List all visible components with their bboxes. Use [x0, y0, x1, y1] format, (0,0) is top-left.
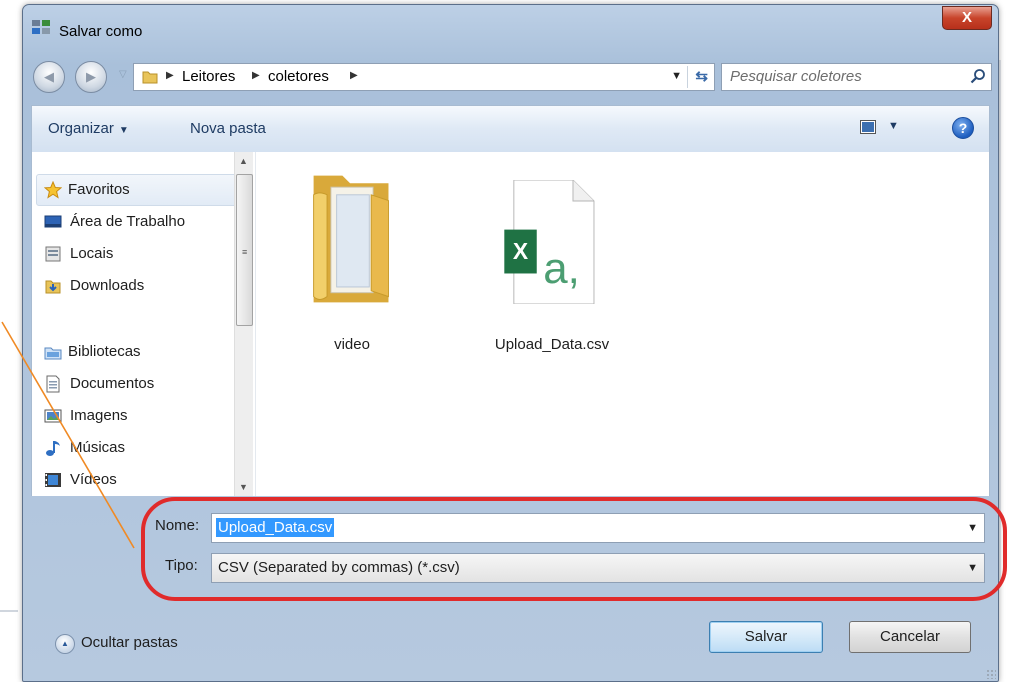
grip-icon: ≡	[242, 247, 248, 257]
desktop-icon	[44, 215, 62, 228]
address-separator	[687, 66, 688, 88]
breadcrumb-leitores[interactable]: Leitores	[182, 68, 235, 85]
view-dropdown-icon[interactable]: ▼	[888, 120, 899, 132]
image-icon	[44, 409, 62, 423]
nav-label: Bibliotecas	[68, 343, 141, 360]
navigation-pane: Favoritos Área de Trabalho Locais Downlo…	[32, 152, 256, 496]
file-name-input[interactable]: Upload_Data.csv ▼	[211, 513, 985, 543]
folder-icon	[142, 71, 158, 84]
breadcrumb-coletores[interactable]: coletores	[268, 68, 329, 85]
nav-label: Locais	[70, 245, 114, 262]
nav-label: Documentos	[70, 375, 155, 392]
recent-pages-dropdown[interactable]: ▽	[119, 69, 127, 80]
organize-menu[interactable]: Organizar ▼	[48, 120, 129, 137]
nav-locais[interactable]: Locais	[32, 240, 208, 268]
navigation-bar: ◀ ▶ ▽ ▶ Leitores ▶ coletores ▶ ▼ ⇆ Pesqu…	[31, 61, 992, 93]
app-icon	[32, 20, 50, 34]
svg-text:a,: a,	[543, 244, 580, 293]
chevron-down-icon[interactable]: ▼	[967, 562, 978, 574]
nav-scrollbar[interactable]: ▲ ≡ ▼	[234, 152, 253, 496]
nav-label: Imagens	[70, 407, 128, 424]
nav-libraries[interactable]: Bibliotecas	[36, 338, 236, 366]
window-title: Salvar como	[59, 23, 143, 40]
nav-label: Downloads	[70, 277, 145, 294]
close-button[interactable]: X	[942, 6, 992, 30]
file-item-video[interactable]: video	[292, 166, 412, 366]
breadcrumb-arrow-icon[interactable]: ▶	[166, 70, 174, 81]
chevron-down-icon: ▼	[118, 125, 129, 136]
address-bar[interactable]: ▶ Leitores ▶ coletores ▶ ▼ ⇆	[133, 63, 715, 91]
svg-text:X: X	[513, 238, 529, 264]
save-as-dialog: Salvar como X ◀ ▶ ▽ ▶ Leitores ▶ coletor…	[22, 4, 1007, 682]
type-label: Tipo:	[165, 557, 198, 574]
file-label: video	[334, 336, 370, 353]
chevron-down-icon[interactable]: ▼	[967, 522, 978, 534]
hide-folders-button[interactable]: ▲ Ocultar pastas	[55, 633, 235, 657]
document-icon	[46, 375, 60, 393]
scroll-up-icon[interactable]: ▲	[239, 156, 248, 166]
back-button[interactable]: ◀	[33, 61, 65, 93]
scroll-down-icon[interactable]: ▼	[239, 482, 248, 492]
star-icon	[44, 181, 62, 199]
search-placeholder: Pesquisar coletores	[730, 68, 862, 85]
music-icon	[46, 441, 60, 456]
nav-videos[interactable]: Vídeos	[32, 466, 208, 494]
file-type-value: CSV (Separated by commas) (*.csv)	[218, 559, 460, 576]
breadcrumb-arrow-icon[interactable]: ▶	[252, 70, 260, 81]
save-form: Nome: Upload_Data.csv ▼ Tipo: CSV (Separ…	[31, 497, 1007, 667]
nav-music[interactable]: Músicas	[32, 434, 208, 462]
resize-grip[interactable]	[986, 669, 996, 679]
file-type-select[interactable]: CSV (Separated by commas) (*.csv) ▼	[211, 553, 985, 583]
libraries-icon	[44, 347, 62, 360]
command-toolbar: Organizar ▼ Nova pasta ▼ ?	[31, 105, 990, 153]
recent-places-icon	[45, 246, 61, 262]
video-icon	[45, 473, 61, 487]
new-folder-button[interactable]: Nova pasta	[190, 120, 266, 137]
nav-favorites[interactable]: Favoritos	[36, 176, 236, 204]
cancel-button[interactable]: Cancelar	[849, 621, 971, 653]
file-item-upload-data-csv[interactable]: X a, Upload_Data.csv	[472, 166, 632, 366]
nav-downloads[interactable]: Downloads	[32, 272, 208, 300]
nav-label: Vídeos	[70, 471, 117, 488]
nav-label: Músicas	[70, 439, 126, 456]
title-bar: Salvar como X	[23, 5, 998, 47]
nav-label: Favoritos	[68, 181, 130, 198]
content-area: Favoritos Área de Trabalho Locais Downlo…	[31, 152, 990, 496]
breadcrumb-arrow-icon[interactable]: ▶	[350, 70, 358, 81]
scroll-thumb[interactable]: ≡	[236, 174, 253, 326]
search-box[interactable]: Pesquisar coletores	[721, 63, 992, 91]
chevron-up-icon: ▲	[55, 634, 75, 654]
save-button[interactable]: Salvar	[709, 621, 823, 653]
file-label: Upload_Data.csv	[494, 336, 610, 353]
organize-label: Organizar	[48, 120, 114, 137]
refresh-icon[interactable]: ⇆	[695, 67, 708, 85]
address-dropdown-icon[interactable]: ▼	[671, 70, 682, 82]
nav-label: Área de Trabalho	[70, 213, 186, 230]
nav-documents[interactable]: Documentos	[32, 370, 208, 398]
folder-icon	[313, 175, 389, 303]
file-name-value[interactable]: Upload_Data.csv	[216, 518, 335, 537]
forward-button[interactable]: ▶	[75, 61, 107, 93]
background-line	[0, 610, 18, 612]
nav-images[interactable]: Imagens	[32, 402, 208, 430]
downloads-icon	[45, 280, 61, 294]
hide-folders-label: Ocultar pastas	[81, 634, 178, 651]
help-icon[interactable]: ?	[952, 117, 974, 139]
view-options-icon[interactable]	[860, 120, 876, 134]
name-label: Nome:	[155, 517, 200, 534]
excel-csv-icon: X a,	[504, 180, 595, 304]
search-icon[interactable]	[970, 68, 986, 84]
nav-desktop[interactable]: Área de Trabalho	[32, 208, 208, 236]
